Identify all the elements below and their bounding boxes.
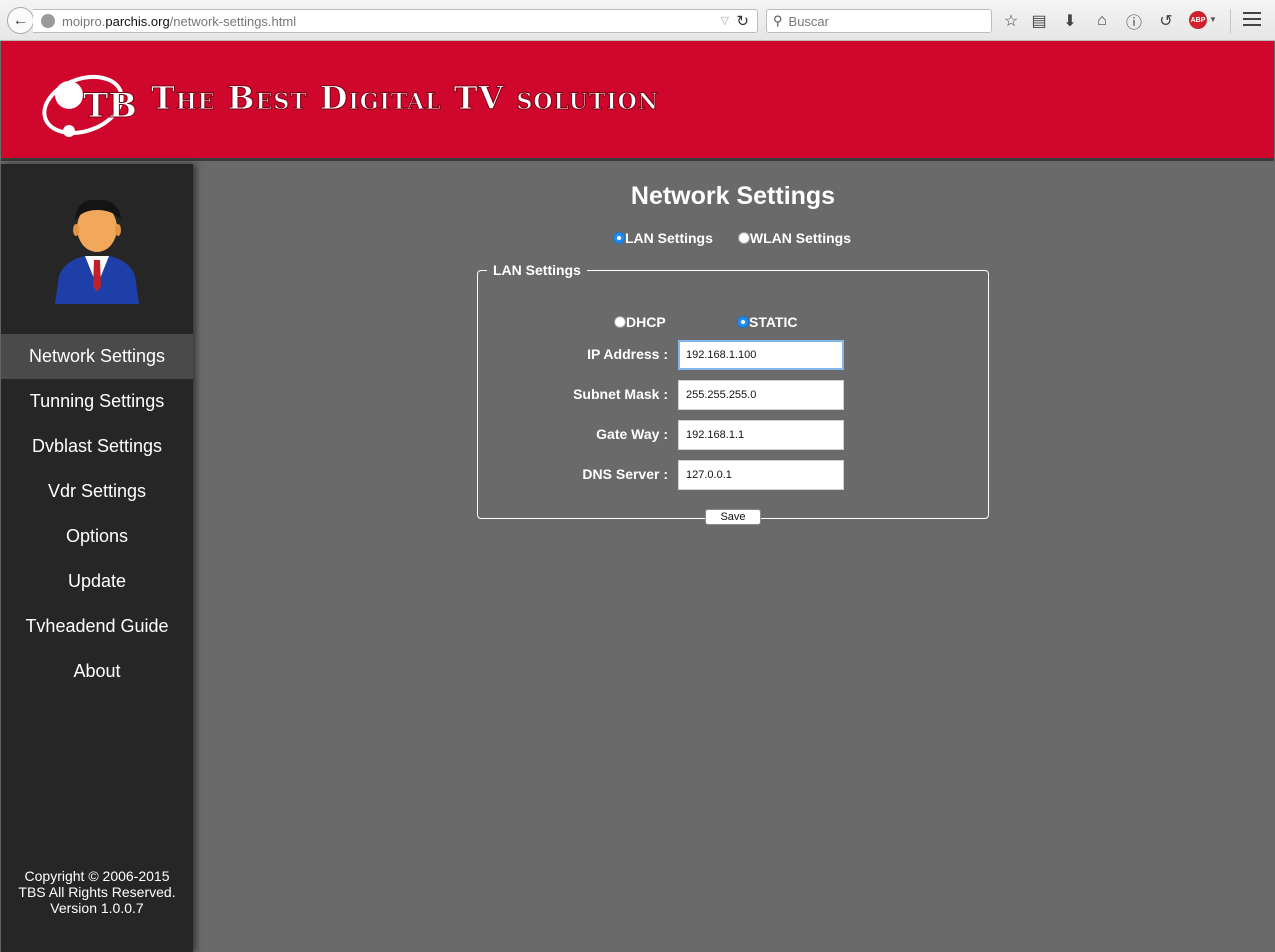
user-avatar-icon xyxy=(55,199,139,304)
sidebar-item-about[interactable]: About xyxy=(1,649,193,694)
search-input[interactable]: ⚲ Buscar xyxy=(766,9,992,33)
save-button[interactable]: Save xyxy=(705,509,761,525)
dropdown-triangle-icon[interactable]: ▽ xyxy=(721,14,729,27)
dns-server-input[interactable] xyxy=(678,460,844,490)
dns-server-label: DNS Server : xyxy=(582,466,668,482)
gateway-label: Gate Way : xyxy=(596,426,668,442)
search-icon: ⚲ xyxy=(773,13,783,28)
sidebar-nav: Network Settings Tunning Settings Dvblas… xyxy=(1,334,193,694)
reload-icon[interactable]: ↻ xyxy=(736,12,749,30)
copyright-block: Copyright © 2006-2015 TBS All Rights Res… xyxy=(1,868,193,916)
lan-radio[interactable] xyxy=(613,232,625,244)
hamburger-menu-icon[interactable] xyxy=(1243,12,1261,28)
search-placeholder: Buscar xyxy=(788,13,829,29)
static-option[interactable]: STATIC xyxy=(737,314,797,330)
banner-slogan: The Best Digital TV solution xyxy=(151,79,659,118)
static-label: STATIC xyxy=(749,314,798,330)
dns-server-row: DNS Server : xyxy=(478,460,990,490)
sidebar: Network Settings Tunning Settings Dvblas… xyxy=(1,164,193,952)
lan-mode-label: LAN Settings xyxy=(625,230,713,246)
sidebar-item-tunning-settings[interactable]: Tunning Settings xyxy=(1,379,193,424)
toolbar-divider xyxy=(1230,9,1231,33)
gateway-input[interactable] xyxy=(678,420,844,450)
history-icon[interactable]: ↺ xyxy=(1156,11,1176,31)
copyright-text: Copyright © 2006-2015 xyxy=(24,868,170,884)
logo-text: TBS xyxy=(83,86,137,126)
back-arrow-icon[interactable]: ← xyxy=(7,7,34,34)
subnet-mask-row: Subnet Mask : xyxy=(478,380,990,410)
gateway-row: Gate Way : xyxy=(478,420,990,450)
sidebar-item-network-settings[interactable]: Network Settings xyxy=(1,334,193,379)
url-bar[interactable]: moipro.parchis.org/network-settings.html… xyxy=(33,9,758,33)
rights-text: TBS All Rights Reserved. xyxy=(18,884,176,900)
lan-settings-panel: LAN Settings DHCP STATIC IP Address : Su… xyxy=(477,262,990,525)
sidebar-item-tvheadend-guide[interactable]: Tvheadend Guide xyxy=(1,604,193,649)
adblock-icon[interactable]: ABP xyxy=(1189,11,1207,29)
lan-mode-option[interactable]: LAN Settings xyxy=(613,230,713,246)
info-icon[interactable]: ⓘ xyxy=(1124,11,1144,32)
ip-address-label: IP Address : xyxy=(587,346,668,362)
version-text: Version 1.0.0.7 xyxy=(50,900,144,916)
home-icon[interactable]: ⌂ xyxy=(1092,11,1112,31)
ip-address-input[interactable] xyxy=(678,340,844,370)
lan-settings-legend: LAN Settings xyxy=(493,262,581,278)
wlan-radio[interactable] xyxy=(737,232,750,244)
dhcp-label: DHCP xyxy=(626,314,666,330)
subnet-mask-label: Subnet Mask : xyxy=(573,386,668,402)
page-title: Network Settings xyxy=(630,182,836,210)
tbs-logo: TBS xyxy=(42,74,137,137)
subnet-mask-input[interactable] xyxy=(678,380,844,410)
adblock-dropdown-icon[interactable]: ▼ xyxy=(1209,15,1217,24)
sidebar-item-update[interactable]: Update xyxy=(1,559,193,604)
sidebar-item-vdr-settings[interactable]: Vdr Settings xyxy=(1,469,193,514)
dhcp-radio[interactable] xyxy=(614,316,626,328)
browser-toolbar: ← moipro.parchis.org/network-settings.ht… xyxy=(0,0,1275,41)
wlan-mode-label: WLAN Settings xyxy=(749,230,851,246)
ip-address-row: IP Address : xyxy=(478,340,990,370)
url-text: moipro.parchis.org/network-settings.html xyxy=(62,13,297,29)
static-radio[interactable] xyxy=(737,316,749,328)
sidebar-item-options[interactable]: Options xyxy=(1,514,193,559)
sidebar-item-dvblast-settings[interactable]: Dvblast Settings xyxy=(1,424,193,469)
bookmark-star-icon[interactable]: ☆ xyxy=(1001,11,1021,31)
dhcp-option[interactable]: DHCP xyxy=(614,314,666,330)
main-content: Network Settings LAN Settings WLAN Setti… xyxy=(193,164,1275,952)
header-banner: TBS The Best Digital TV solution xyxy=(1,41,1274,161)
download-icon[interactable]: ⬇ xyxy=(1060,11,1080,31)
reading-list-icon[interactable]: ▤ xyxy=(1029,11,1049,31)
network-mode-selector: LAN Settings WLAN Settings xyxy=(613,230,851,246)
globe-icon xyxy=(41,14,55,28)
wlan-mode-option[interactable]: WLAN Settings xyxy=(737,230,851,246)
